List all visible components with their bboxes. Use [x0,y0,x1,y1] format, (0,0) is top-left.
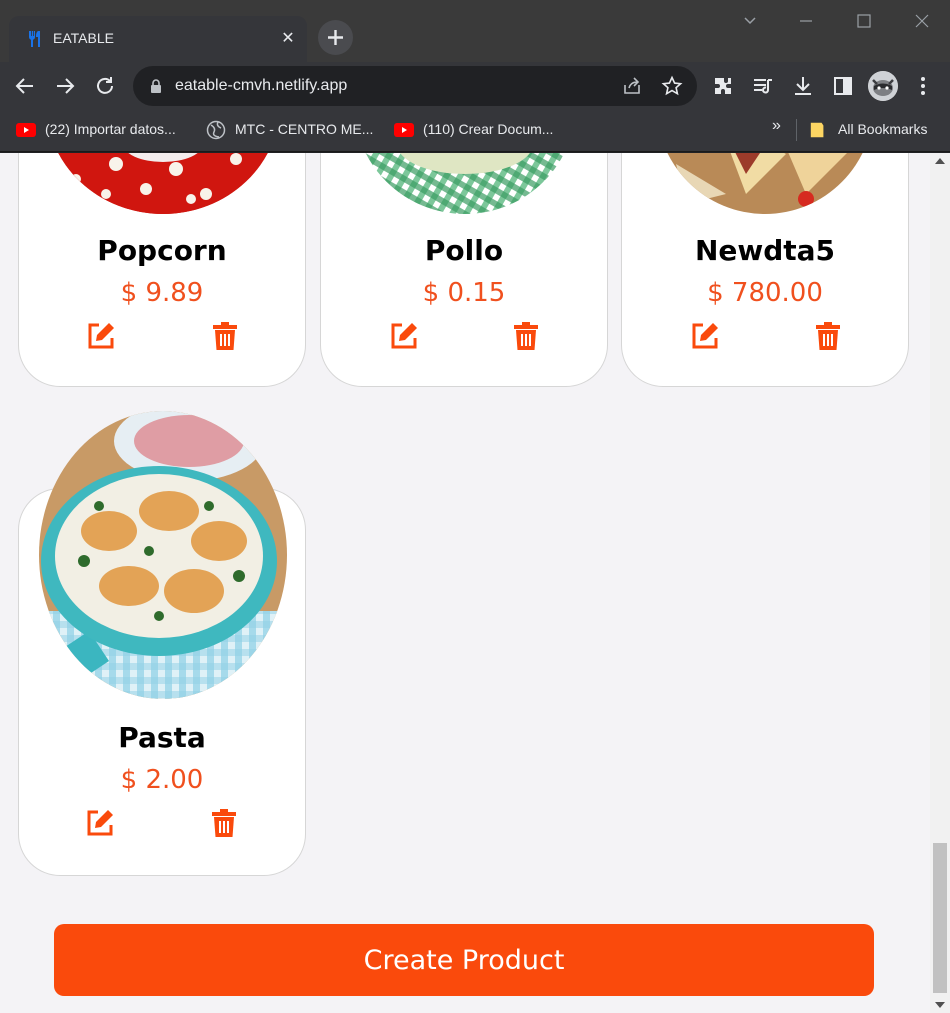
reload-icon[interactable] [92,73,118,99]
product-price: $ 2.00 [120,765,204,795]
bookmarks-divider [796,119,797,141]
minimize-icon[interactable] [793,8,819,34]
edit-icon[interactable] [689,320,721,352]
bookmarks-overflow[interactable]: » [772,117,781,139]
bookmarks-bar: (22) Importar datos... MTC - CENTRO ME..… [0,110,950,152]
tab-strip: EATABLE ✕ [0,0,950,62]
page-scrollbar[interactable] [930,153,950,1013]
browser-chrome: EATABLE ✕ eatable-cmvh.netlify.app (22) … [0,0,950,153]
raccoon-avatar-icon [868,71,898,101]
quesadilla-image [656,153,874,214]
trash-icon[interactable] [208,807,240,839]
bookmark-label: (110) Crear Docum... [423,121,554,137]
maximize-icon[interactable] [851,8,877,34]
pasta-image [39,411,287,699]
folder-icon [810,122,824,138]
url-text: eatable-cmvh.netlify.app [175,77,348,94]
product-image [46,153,280,214]
address-bar[interactable]: eatable-cmvh.netlify.app [133,66,697,106]
new-tab-button[interactable] [318,20,353,55]
back-arrow-icon[interactable] [12,73,38,99]
side-panel-icon[interactable] [831,74,855,98]
extensions-puzzle-icon[interactable] [711,74,735,98]
product-image [354,153,576,214]
scroll-down-arrow-icon[interactable] [935,1002,945,1008]
tab-search-icon[interactable] [737,8,763,34]
close-tab-icon[interactable]: ✕ [277,27,299,49]
product-price: $ 780.00 [707,278,823,308]
create-product-button[interactable]: Create Product [54,924,874,996]
plus-icon [328,30,343,45]
product-name: Popcorn [97,234,227,267]
bookmark-label: MTC - CENTRO ME... [235,121,374,137]
download-icon[interactable] [791,74,815,98]
product-image [656,153,874,214]
more-vertical-icon[interactable] [911,74,935,98]
product-name: Pasta [118,721,206,754]
edit-icon[interactable] [84,807,116,839]
page-viewport: Popcorn $ 9.89 Pollo $ 0.15 Newdta5 $ 78… [0,153,930,1013]
product-image [39,411,287,699]
bookmark-item[interactable]: (110) Crear Docum... [394,120,574,142]
bookmark-item[interactable]: (22) Importar datos... [16,120,196,142]
tab-title: EATABLE [53,30,114,46]
globe-icon [206,120,226,140]
product-card: Popcorn $ 9.89 [18,153,306,387]
close-window-icon[interactable] [909,8,935,34]
bookmark-star-icon[interactable] [661,75,683,97]
product-price: $ 9.89 [120,278,204,308]
profile-avatar[interactable] [868,71,898,101]
forward-arrow-icon[interactable] [52,73,78,99]
scroll-up-arrow-icon[interactable] [935,158,945,164]
edit-icon[interactable] [388,320,420,352]
browser-tab[interactable]: EATABLE ✕ [9,16,307,62]
trash-icon[interactable] [510,320,542,352]
pollo-image [354,153,576,214]
browser-toolbar: eatable-cmvh.netlify.app [0,62,950,110]
product-name: Newdta5 [694,234,836,267]
bookmark-item[interactable]: MTC - CENTRO ME... [206,120,386,142]
trash-icon[interactable] [209,320,241,352]
product-card: Pollo $ 0.15 [320,153,608,387]
media-playlist-icon[interactable] [751,74,775,98]
product-price: $ 0.15 [422,278,506,308]
product-name: Pollo [424,234,504,267]
youtube-icon [394,123,414,137]
product-card: Newdta5 $ 780.00 [621,153,909,387]
fork-knife-icon [29,31,40,47]
popcorn-image [46,153,280,214]
share-icon[interactable] [621,75,643,97]
trash-icon[interactable] [812,320,844,352]
youtube-icon [16,123,36,137]
bookmark-label: (22) Importar datos... [45,121,176,137]
all-bookmarks-label: All Bookmarks [838,121,928,137]
all-bookmarks[interactable]: All Bookmarks [809,120,944,142]
edit-icon[interactable] [85,320,117,352]
lock-icon[interactable] [149,78,163,94]
scrollbar-thumb[interactable] [933,843,947,993]
